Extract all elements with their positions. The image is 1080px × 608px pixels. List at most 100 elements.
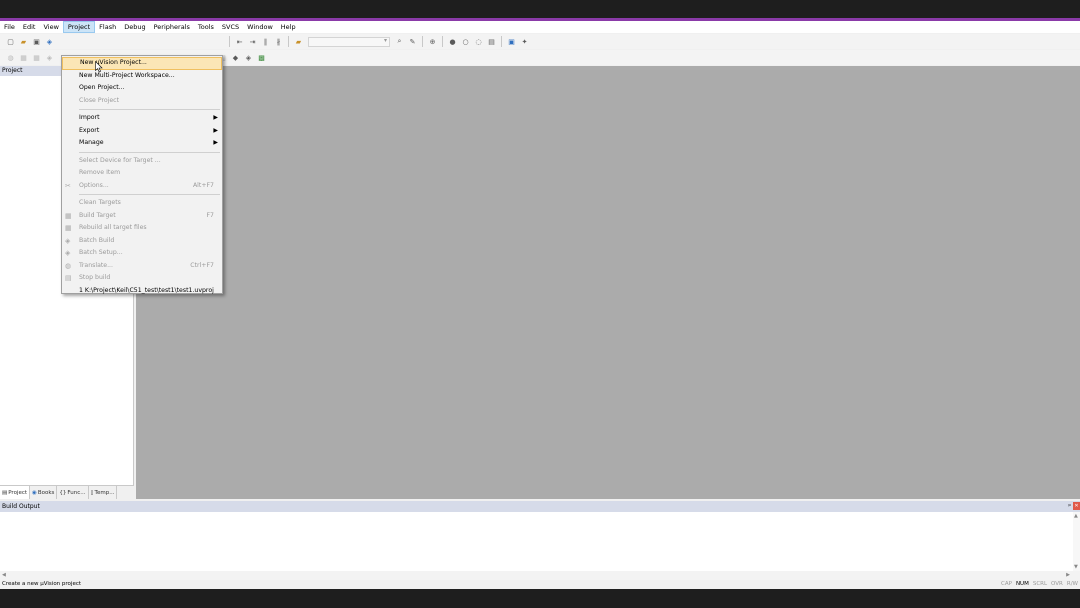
- menu-item-label: Remove Item: [79, 169, 121, 176]
- menu-tools[interactable]: Tools: [194, 21, 218, 33]
- menu-recent-project-1[interactable]: 1 K:\Project\Keil\C51_test\test1\test1.u…: [62, 285, 222, 298]
- find-combo-box[interactable]: [308, 36, 390, 47]
- menu-rebuild-all[interactable]: ▦ Rebuild all target files: [62, 222, 222, 235]
- file-toolbar: ▢ ▰ ▣ ◈ ⇤ ⇥ ∥ ∦ ▰ ⌕ ✎ ⊕ ● ○ ◌ ▤ ▣ ✦: [0, 34, 1080, 49]
- books-tab-icon: ◉: [32, 489, 37, 496]
- menu-svcs[interactable]: SVCS: [218, 21, 243, 33]
- rebuild-icon: ▦: [65, 224, 72, 232]
- menu-new-uvision-project[interactable]: New µVision Project...: [62, 57, 222, 70]
- disable-breakpoint-icon[interactable]: ○: [460, 36, 471, 47]
- new-file-icon[interactable]: ▢: [5, 36, 16, 47]
- pin-icon[interactable]: ᵖ: [1068, 501, 1071, 512]
- scroll-down-icon[interactable]: ▼: [1074, 564, 1078, 570]
- unindent-icon[interactable]: ⇥: [247, 36, 258, 47]
- menu-item-label: 1 K:\Project\Keil\C51_test\test1\test1.u…: [79, 286, 214, 294]
- menu-item-label: Stop build: [79, 274, 111, 281]
- menu-select-device[interactable]: Select Device for Target ...: [62, 155, 222, 168]
- toolbar-separator: [288, 36, 289, 47]
- translate-icon[interactable]: ◍: [5, 52, 16, 63]
- menu-build-target[interactable]: ▦ Build Target F7: [62, 210, 222, 223]
- uncomment-icon[interactable]: ∦: [273, 36, 284, 47]
- tab-templates[interactable]: ▯ Temp...: [89, 486, 118, 499]
- open-folder-icon[interactable]: ▰: [18, 36, 29, 47]
- menu-project[interactable]: Project: [62, 21, 96, 33]
- save-icon[interactable]: ▣: [31, 36, 42, 47]
- tab-books[interactable]: ◉ Books: [30, 486, 58, 499]
- indent-icon[interactable]: ⇤: [234, 36, 245, 47]
- menu-item-label: Options...: [79, 181, 109, 189]
- menu-help[interactable]: Help: [277, 21, 300, 33]
- menu-open-project[interactable]: Open Project...: [62, 82, 222, 95]
- scroll-up-icon[interactable]: ▲: [1074, 513, 1078, 519]
- tab-templates-label: Temp...: [94, 489, 115, 496]
- menu-clean-targets[interactable]: Clean Targets: [62, 197, 222, 210]
- menu-export[interactable]: Export ▶: [62, 125, 222, 138]
- menu-item-label: Close Project: [79, 96, 119, 104]
- status-ovr: OVR: [1051, 581, 1063, 587]
- menu-manage[interactable]: Manage ▶: [62, 137, 222, 150]
- status-num: NUM: [1015, 581, 1029, 587]
- status-scrl: SCRL: [1032, 581, 1048, 587]
- kill-breakpoints-icon[interactable]: ◌: [473, 36, 484, 47]
- batch-build-icon[interactable]: ◈: [44, 52, 55, 63]
- menu-close-project[interactable]: Close Project: [62, 95, 222, 108]
- menu-translate[interactable]: ◍ Translate... Ctrl+F7: [62, 260, 222, 273]
- status-cap: CAP: [1001, 581, 1012, 587]
- select-pack-icon[interactable]: ◆: [230, 52, 241, 63]
- build-output-horizontal-scrollbar[interactable]: ◀ ▶: [0, 571, 1080, 580]
- menu-file[interactable]: File: [0, 21, 19, 33]
- menu-edit[interactable]: Edit: [19, 21, 40, 33]
- tab-functions[interactable]: {} Func...: [57, 486, 89, 499]
- build-output-vertical-scrollbar[interactable]: ▲ ▼: [1073, 512, 1080, 571]
- build-target-icon: ▦: [65, 211, 72, 220]
- configuration-icon[interactable]: ▣: [506, 36, 517, 47]
- menu-item-label: Export: [79, 126, 100, 134]
- menu-separator: [79, 151, 220, 153]
- menu-view[interactable]: View: [39, 21, 62, 33]
- breakpoint-icon[interactable]: ●: [447, 36, 458, 47]
- menu-flash[interactable]: Flash: [95, 21, 120, 33]
- comment-icon[interactable]: ∥: [260, 36, 271, 47]
- toolbar-separator: [229, 36, 230, 47]
- rebuild-icon[interactable]: ▦: [31, 52, 42, 63]
- editor-area[interactable]: [136, 66, 1080, 499]
- build-output-window[interactable]: ▲ ▼: [0, 512, 1080, 571]
- menu-batch-build[interactable]: ◈ Batch Build: [62, 235, 222, 248]
- build-icon[interactable]: ▦: [18, 52, 29, 63]
- screen-top-bar: [0, 0, 1080, 18]
- find-icon[interactable]: ✎: [407, 36, 418, 47]
- menu-shortcut: Ctrl+F7: [190, 261, 214, 269]
- menu-stop-build[interactable]: ▤ Stop build: [62, 272, 222, 285]
- tab-project[interactable]: ▤ Project: [0, 486, 31, 499]
- menu-peripherals[interactable]: Peripherals: [150, 21, 194, 33]
- menu-window[interactable]: Window: [243, 21, 277, 33]
- debug-session-icon[interactable]: ⊕: [427, 36, 438, 47]
- menu-options[interactable]: ✂ Options... Alt+F7: [62, 180, 222, 193]
- menu-shortcut: Alt+F7: [192, 181, 214, 189]
- menu-import[interactable]: Import ▶: [62, 112, 222, 125]
- menu-item-label: Translate...: [79, 261, 113, 269]
- incremental-find-icon[interactable]: ⌕: [394, 36, 405, 47]
- menu-item-label: Clean Targets: [79, 199, 121, 206]
- scroll-left-icon[interactable]: ◀: [2, 572, 6, 578]
- status-rw: R/W: [1066, 581, 1078, 587]
- tools-wrench-icon[interactable]: ✦: [519, 36, 530, 47]
- find-in-files-icon[interactable]: ▰: [293, 36, 304, 47]
- templates-tab-icon: ▯: [90, 489, 94, 496]
- scroll-right-icon[interactable]: ▶: [1066, 572, 1070, 578]
- save-all-icon[interactable]: ◈: [44, 36, 55, 47]
- menu-debug[interactable]: Debug: [120, 21, 149, 33]
- menu-item-label: Manage: [79, 139, 104, 146]
- run-time-environment-icon[interactable]: ▩: [256, 52, 267, 63]
- project-menu-dropdown: New µVision Project... New Multi-Project…: [61, 55, 223, 294]
- menu-item-label: Rebuild all target files: [79, 224, 147, 231]
- menu-item-label: Import: [79, 114, 100, 121]
- menu-new-multi-project-workspace[interactable]: New Multi-Project Workspace...: [62, 70, 222, 83]
- mouse-cursor-icon: [95, 61, 103, 73]
- menu-remove-item[interactable]: Remove Item: [62, 167, 222, 180]
- close-icon[interactable]: ✕: [1073, 502, 1080, 510]
- toolbar-separator: [501, 36, 502, 47]
- window-layout-icon[interactable]: ▤: [486, 36, 497, 47]
- pack-installer-icon[interactable]: ◈: [243, 52, 254, 63]
- menu-batch-setup[interactable]: ◈ Batch Setup...: [62, 247, 222, 260]
